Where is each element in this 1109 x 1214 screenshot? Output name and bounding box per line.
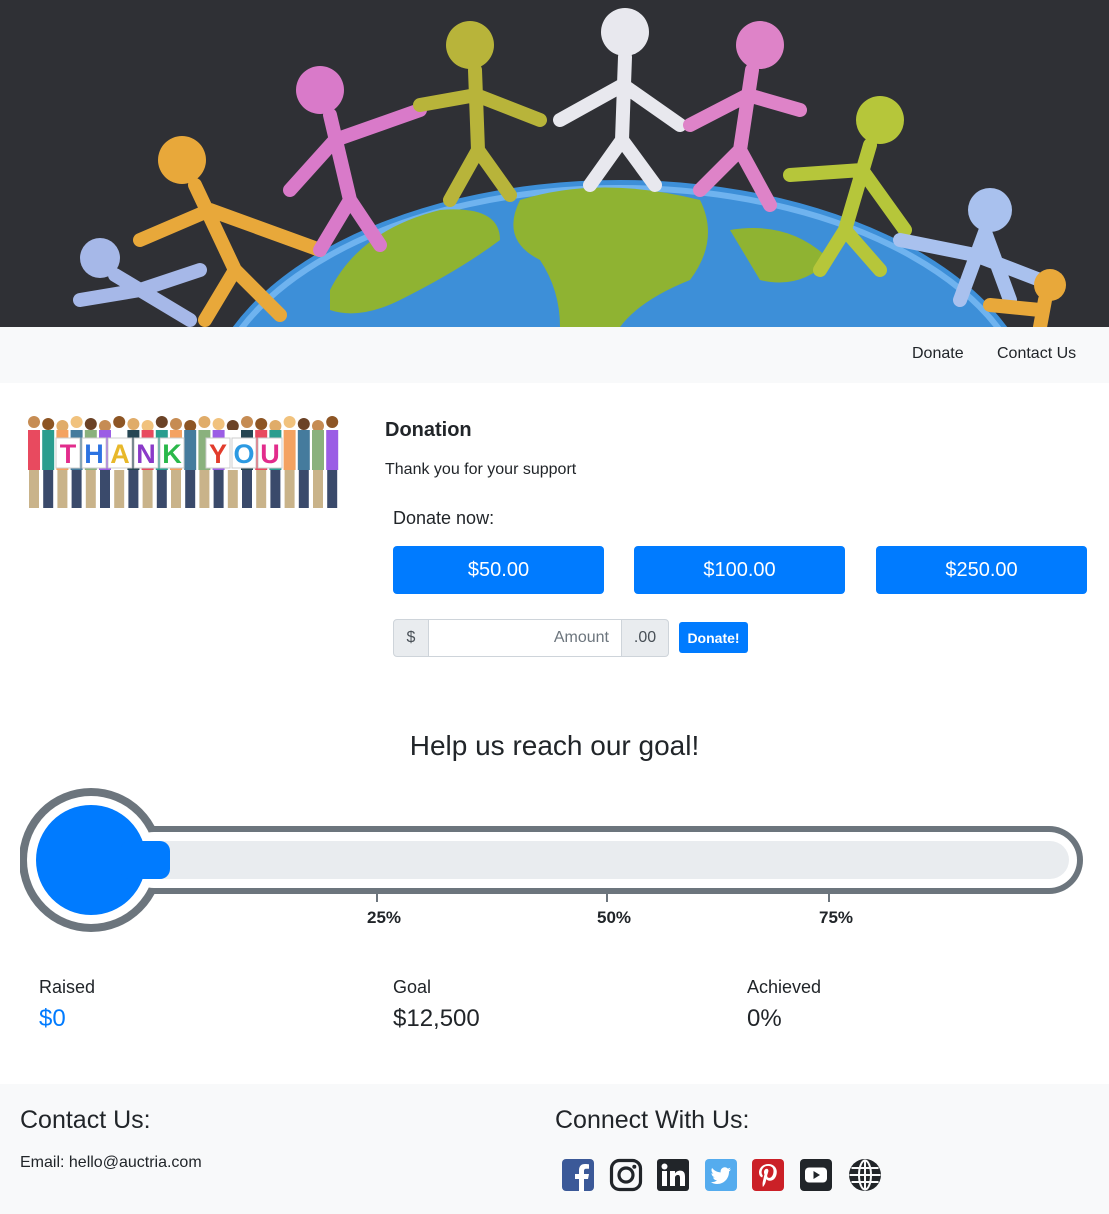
footer: Contact Us: Email: hello@auctria.com Con…: [0, 1084, 1109, 1214]
crowd-person-body: [283, 430, 296, 470]
footer-email[interactable]: Email: hello@auctria.com: [20, 1154, 202, 1172]
currency-prefix: $: [393, 619, 429, 657]
cents-suffix: .00: [621, 619, 669, 657]
crowd-person-head: [155, 416, 168, 428]
crowd-person-head: [255, 418, 268, 430]
goal-label: Goal: [393, 977, 432, 997]
pinterest-icon[interactable]: [751, 1158, 785, 1192]
crowd-person-head: [212, 418, 225, 430]
navbar: Donate Contact Us: [0, 327, 1109, 383]
crowd-person-head: [297, 418, 310, 430]
crowd-person-legs: [142, 470, 153, 508]
svg-text:N: N: [136, 439, 156, 469]
footer-contact-heading: Contact Us:: [20, 1106, 151, 1134]
svg-text:K: K: [162, 439, 182, 469]
crowd-person-legs: [242, 470, 252, 508]
thermometer-fill: [120, 841, 170, 879]
nav-link-contact-us[interactable]: Contact Us: [997, 345, 1076, 363]
crowd-person-legs: [29, 470, 39, 508]
achieved-value: 0%: [747, 1005, 782, 1032]
nav-link-donate[interactable]: Donate: [912, 345, 964, 363]
crowd-person-legs: [284, 470, 295, 508]
crowd-person-legs: [171, 470, 181, 508]
crowd-person-legs: [43, 470, 54, 508]
crowd-person-legs: [85, 470, 96, 508]
crowd-person-legs: [213, 470, 224, 508]
amount-input[interactable]: [429, 619, 621, 657]
crowd-person-head: [127, 418, 140, 430]
twitter-icon[interactable]: [704, 1158, 738, 1192]
svg-text:H: H: [84, 439, 104, 469]
svg-text:A: A: [110, 439, 130, 469]
raised-label: Raised: [39, 977, 96, 997]
svg-text:T: T: [60, 439, 77, 469]
linkedin-icon[interactable]: [656, 1158, 690, 1192]
crowd-person-legs: [313, 470, 323, 508]
crowd-person-head: [198, 416, 211, 428]
goal-heading: Help us reach our goal!: [409, 730, 700, 761]
crowd-person-body: [326, 430, 339, 470]
donate-amount-button-50[interactable]: $50.00: [393, 546, 604, 594]
globe-icon[interactable]: [848, 1158, 882, 1192]
donate-amount-button-100[interactable]: $100.00: [634, 546, 845, 594]
crowd-person-head: [326, 416, 339, 428]
svg-text:Y: Y: [209, 439, 227, 469]
crowd-person-legs: [57, 470, 68, 508]
crowd-person-head: [170, 418, 182, 430]
crowd-person-head: [70, 416, 83, 428]
custom-amount-group: $ .00: [393, 619, 669, 657]
crowd-person-legs: [185, 470, 196, 508]
thank-you-image: T H A N K Y O U: [20, 404, 342, 514]
crowd-person-head: [113, 416, 126, 428]
crowd-person-legs: [270, 470, 281, 508]
hero-banner-image: [0, 0, 1109, 327]
crowd-person-head: [241, 416, 253, 428]
crowd-person-legs: [128, 470, 139, 508]
crowd-person-head: [42, 418, 55, 430]
facebook-icon[interactable]: [561, 1158, 595, 1192]
donate-amount-button-250[interactable]: $250.00: [876, 546, 1087, 594]
youtube-icon[interactable]: [799, 1158, 833, 1192]
svg-text:O: O: [233, 439, 254, 469]
crowd-person-legs: [71, 470, 82, 508]
svg-text:U: U: [260, 439, 280, 469]
crowd-person-legs: [256, 470, 267, 508]
crowd-person-head: [84, 418, 97, 430]
crowd-person-body: [28, 430, 40, 470]
crowd-person-body: [312, 430, 324, 470]
crowd-person-body: [297, 430, 310, 470]
instagram-icon[interactable]: [609, 1158, 643, 1192]
crowd-person-legs: [156, 470, 167, 508]
footer-connect-heading: Connect With Us:: [555, 1106, 750, 1134]
tick-label-25: 25%: [366, 908, 402, 927]
crowd-person-legs: [227, 470, 238, 508]
donation-subtitle: Thank you for your support: [385, 461, 577, 478]
crowd-person-head: [28, 416, 40, 428]
raised-value: $0: [39, 1005, 66, 1032]
crowd-person-legs: [327, 470, 338, 508]
crowd-person-body: [184, 430, 197, 470]
crowd-person-legs: [114, 470, 125, 508]
goal-thermometer: [19, 786, 1086, 941]
crowd-person-legs: [100, 470, 110, 508]
crowd-person-legs: [199, 470, 210, 508]
donate-submit-button[interactable]: Donate!: [679, 622, 748, 653]
crowd-person-legs: [298, 470, 309, 508]
goal-value: $12,500: [393, 1005, 480, 1032]
donate-now-label: Donate now:: [393, 508, 495, 528]
crowd-person-body: [42, 430, 55, 470]
donation-title: Donation: [385, 419, 472, 441]
tick-label-50: 50%: [596, 908, 632, 927]
achieved-label: Achieved: [747, 977, 822, 997]
tick-label-75: 75%: [818, 908, 854, 927]
crowd-person-head: [283, 416, 296, 428]
